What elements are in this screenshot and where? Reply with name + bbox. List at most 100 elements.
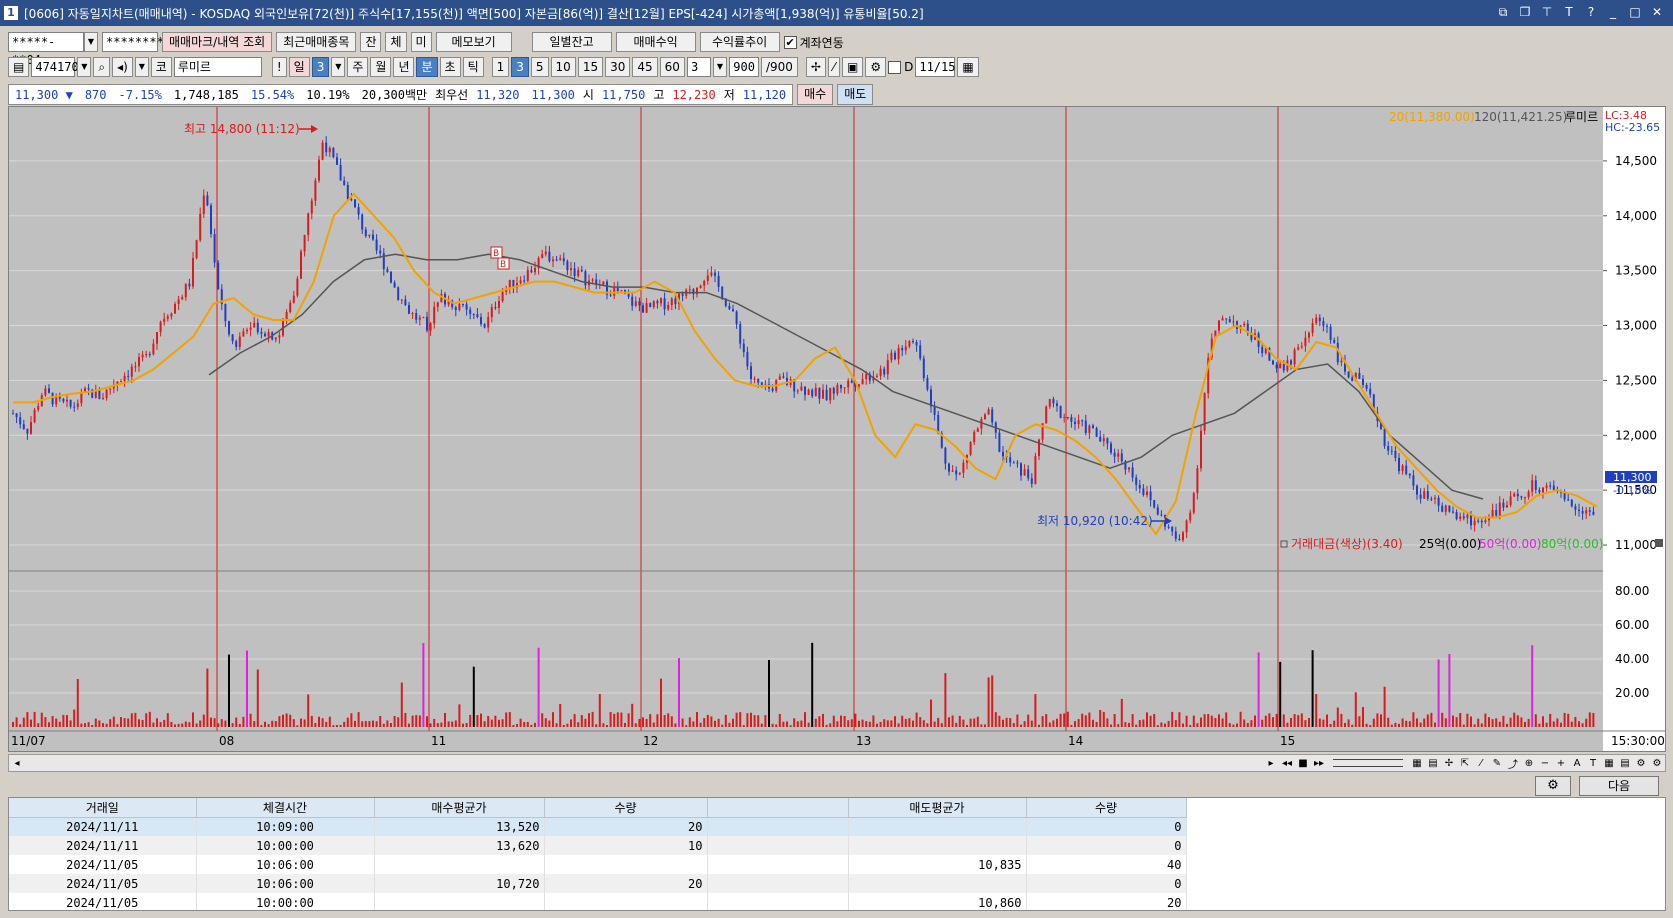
zoom-slider[interactable] <box>1333 759 1403 767</box>
pin-icon[interactable]: ⊤ <box>1539 4 1555 20</box>
period-tick-button[interactable]: 틱 <box>462 57 484 77</box>
column-header[interactable]: 체결시간 <box>196 798 375 818</box>
daily-balance-button[interactable]: 일별잔고 <box>531 32 612 52</box>
chart-area[interactable]: 14,500 14,000 13,500 13,000 12,500 12,000 11,5… <box>8 106 1666 752</box>
interval-3[interactable]: 3 <box>511 57 529 77</box>
interval-60[interactable]: 60 <box>659 57 685 77</box>
save-icon[interactable]: ▣ <box>841 57 864 77</box>
chevron-down-icon[interactable]: ▼ <box>134 57 149 77</box>
gear-icon[interactable]: ⚙ <box>1535 776 1571 796</box>
plus-icon[interactable]: + <box>1553 758 1569 769</box>
column-header[interactable]: 매수평균가 <box>374 798 545 818</box>
profit-trend-button[interactable]: 수익률추이 <box>699 32 780 52</box>
layout-icon[interactable]: ▤ <box>1425 758 1441 769</box>
interval-5[interactable]: 5 <box>530 57 549 77</box>
zoom-in-icon[interactable]: ⊕ <box>1521 758 1537 769</box>
crosshair-icon[interactable]: ✢ <box>805 57 826 77</box>
window-number[interactable]: 1 <box>4 6 18 20</box>
interval-1[interactable]: 1 <box>491 57 510 77</box>
close-button[interactable]: ✕ <box>1649 4 1665 20</box>
table-row[interactable]: 2024/11/11 10:09:00 13,520 20 0 <box>9 817 1187 836</box>
table-row[interactable]: 2024/11/05 10:06:00 10,835 40 <box>9 855 1187 874</box>
date-field[interactable]: 11/15 <box>915 57 955 77</box>
panel-close-icon[interactable] <box>1655 539 1663 547</box>
period-year-button[interactable]: 년 <box>393 57 415 77</box>
buy-marker[interactable]: B <box>500 260 506 270</box>
display-count-field[interactable]: 900 <box>728 57 759 77</box>
trades-grid[interactable]: 거래일 체결시간 매수평균가 수량 매도평균가 수량 2024/11/11 10… <box>8 797 1666 911</box>
recent-trades-button[interactable]: 최근매매종목 <box>276 32 357 52</box>
scroll-left-icon[interactable]: ◂ <box>9 758 25 769</box>
account-field[interactable]: *****-**04 <box>8 32 84 67</box>
d-checkbox[interactable]: D <box>888 60 913 74</box>
chart-scrollbar[interactable]: ◂ ▸ ◂◂ ■ ▸▸ ▦ ▤ ✢ ⇱ ⁄ ✎ ⤴ ⊕ − + A T ▦ ▤ … <box>8 754 1666 772</box>
text-size-icon[interactable]: T <box>1585 758 1601 769</box>
gear-icon[interactable]: ⚙ <box>1633 758 1649 769</box>
link-icon[interactable]: ⧉ <box>1495 4 1511 20</box>
rewind-icon[interactable]: ◂◂ <box>1279 758 1295 769</box>
gear-icon[interactable]: ⚙ <box>865 57 887 77</box>
chevron-down-icon[interactable]: ▼ <box>712 57 727 77</box>
table-row[interactable]: 2024/11/05 10:00:00 10,860 20 <box>9 893 1187 910</box>
help-icon[interactable]: ? <box>1583 4 1599 20</box>
chevron-down-icon[interactable]: ▼ <box>84 32 98 52</box>
column-header[interactable]: 수량 <box>544 798 708 818</box>
interval-10[interactable]: 10 <box>550 57 576 77</box>
stock-code-field[interactable]: 474170 <box>31 57 79 77</box>
line-tool-icon[interactable]: ⁄ <box>1473 758 1489 769</box>
stop-icon[interactable]: ■ <box>1295 758 1311 769</box>
scroll-right-icon[interactable]: ▸ <box>1263 758 1279 769</box>
copy-icon[interactable]: ❐ <box>1517 4 1533 20</box>
che-button[interactable]: 체 <box>385 32 407 52</box>
interval-45[interactable]: 45 <box>632 57 658 77</box>
column-header[interactable]: 거래일 <box>9 798 197 818</box>
calendar-icon[interactable]: ▦ <box>957 57 979 77</box>
count-select[interactable]: 3 <box>686 57 711 77</box>
trend-icon[interactable]: ⤴ <box>1505 756 1521 771</box>
sell-button[interactable]: 매도 <box>837 84 874 105</box>
speaker-icon[interactable]: ◂) <box>112 57 133 77</box>
chevron-down-icon[interactable]: ▼ <box>77 57 92 77</box>
panel-icon[interactable]: ▤ <box>8 57 30 77</box>
column-header[interactable]: 수량 <box>1026 798 1187 818</box>
memo-button[interactable]: 메모보기 <box>435 32 512 52</box>
price-chart[interactable]: 14,50014,00013,50013,00012,50012,00011,5… <box>9 107 1665 751</box>
period-value[interactable]: 3 <box>311 57 330 77</box>
grid-icon[interactable]: ▦ <box>1601 758 1617 769</box>
minimize-button[interactable]: _ <box>1605 4 1621 20</box>
search-icon[interactable]: ⌕ <box>93 57 111 77</box>
table-row[interactable]: 2024/11/05 10:06:00 10,720 20 0 <box>9 874 1187 893</box>
maximize-button[interactable]: □ <box>1627 4 1643 20</box>
checkbox-icon[interactable] <box>888 60 902 74</box>
table-row[interactable]: 2024/11/11 10:00:00 13,620 10 0 <box>9 836 1187 855</box>
account-link-checkbox[interactable]: ✔ 계좌연동 <box>783 34 844 51</box>
column-header[interactable]: 매도평균가 <box>848 798 1027 818</box>
mi-button[interactable]: 미 <box>410 32 432 52</box>
layout-icon[interactable]: ▦ <box>1409 758 1425 769</box>
interval-15[interactable]: 15 <box>577 57 604 77</box>
trade-mark-query-button[interactable]: 매매마크/내역 조회 <box>162 32 273 52</box>
period-minute-button[interactable]: 분 <box>416 57 438 77</box>
period-month-button[interactable]: 월 <box>370 57 392 77</box>
crosshair-icon[interactable]: ✢ <box>1441 758 1457 769</box>
next-button[interactable]: 다음 <box>1579 776 1659 796</box>
text-icon[interactable]: A <box>1569 758 1585 769</box>
cursor-icon[interactable]: ⇱ <box>1457 758 1473 769</box>
pen-icon[interactable]: ✎ <box>1489 758 1505 769</box>
password-field[interactable]: ******** <box>102 32 164 52</box>
line-tool-icon[interactable]: ⁄ <box>827 57 840 77</box>
buy-button[interactable]: 매수 <box>797 84 834 105</box>
jan-button[interactable]: 잔 <box>360 32 382 52</box>
text-icon[interactable]: T <box>1561 4 1577 20</box>
table-icon[interactable]: ▤ <box>1617 758 1633 769</box>
period-second-button[interactable]: 초 <box>439 57 461 77</box>
settings-icon[interactable]: ⚙ <box>1649 758 1665 769</box>
interval-30[interactable]: 30 <box>605 57 631 77</box>
fast-forward-icon[interactable]: ▸▸ <box>1311 758 1327 769</box>
stock-name-field[interactable]: 루미르 <box>173 57 262 77</box>
period-week-button[interactable]: 주 <box>347 57 369 77</box>
period-day-button[interactable]: 일 <box>288 57 310 77</box>
alert-button[interactable]: ! <box>271 57 287 77</box>
chevron-down-icon[interactable]: ▼ <box>331 57 346 77</box>
trade-profit-button[interactable]: 매매수익 <box>615 32 696 52</box>
